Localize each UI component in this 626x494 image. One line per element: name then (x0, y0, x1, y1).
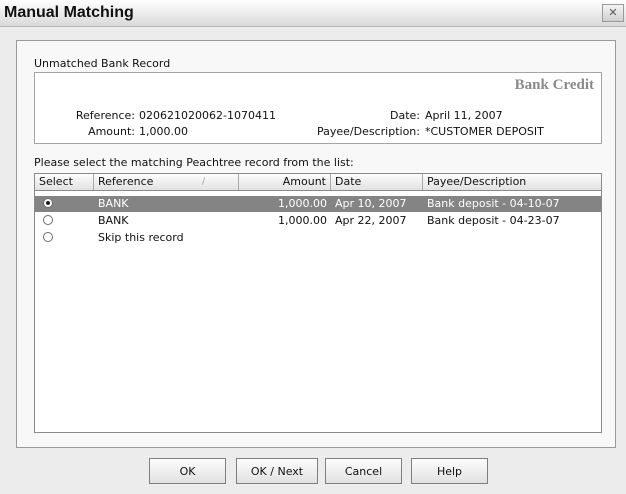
column-header-reference[interactable]: Reference / (94, 174, 239, 190)
date-value: April 11, 2007 (425, 109, 503, 122)
radio-dot-icon (46, 201, 50, 205)
payee-label: Payee/Description: (317, 125, 420, 138)
close-icon[interactable]: ✕ (602, 4, 624, 22)
row-reference: BANK (98, 197, 129, 210)
ok-next-button[interactable]: OK / Next (236, 458, 318, 484)
select-prompt: Please select the matching Peachtree rec… (34, 156, 354, 169)
unmatched-record-box: Bank Credit Reference: 020621020062-1070… (34, 72, 602, 144)
column-header-amount[interactable]: Amount (239, 174, 331, 190)
row-reference: Skip this record (98, 231, 184, 244)
column-header-date[interactable]: Date (331, 174, 423, 190)
table-row[interactable]: Skip this record (35, 230, 601, 246)
dialog-panel: Unmatched Bank Record Bank Credit Refere… (16, 40, 616, 448)
unmatched-record-label: Unmatched Bank Record (34, 57, 171, 70)
radio-button[interactable] (43, 215, 53, 225)
window-title: Manual Matching (4, 4, 134, 21)
record-type-label: Bank Credit (514, 77, 594, 93)
date-label: Date: (390, 109, 420, 122)
amount-label: Amount: (88, 125, 135, 138)
cancel-button[interactable]: Cancel (325, 458, 402, 484)
column-header-reference-label: Reference (98, 175, 154, 188)
row-date: Apr 10, 2007 (335, 197, 407, 210)
sort-indicator-icon: / (202, 177, 206, 187)
help-button[interactable]: Help (411, 458, 488, 484)
payee-value: *CUSTOMER DEPOSIT (425, 125, 544, 138)
row-amount: 1,000.00 (278, 197, 327, 210)
row-payee: Bank deposit - 04-23-07 (427, 214, 560, 227)
radio-button-selected[interactable] (43, 198, 53, 208)
row-date: Apr 22, 2007 (335, 214, 407, 227)
table-row[interactable]: BANK 1,000.00 Apr 10, 2007 Bank deposit … (35, 196, 601, 212)
title-bar: Manual Matching ✕ (0, 0, 626, 27)
column-header-payee[interactable]: Payee/Description (423, 174, 601, 190)
column-header-select[interactable]: Select (35, 174, 94, 190)
ok-button[interactable]: OK (149, 458, 226, 484)
matching-records-table: Select Reference / Amount Date Payee/Des… (34, 173, 602, 433)
radio-button[interactable] (43, 232, 53, 242)
table-row[interactable]: BANK 1,000.00 Apr 22, 2007 Bank deposit … (35, 213, 601, 229)
row-payee: Bank deposit - 04-10-07 (427, 197, 560, 210)
row-amount: 1,000.00 (278, 214, 327, 227)
reference-value: 020621020062-1070411 (139, 109, 276, 122)
reference-label: Reference: (75, 109, 135, 122)
amount-value: 1,000.00 (139, 125, 188, 138)
row-reference: BANK (98, 214, 129, 227)
table-header: Select Reference / Amount Date Payee/Des… (35, 174, 601, 191)
